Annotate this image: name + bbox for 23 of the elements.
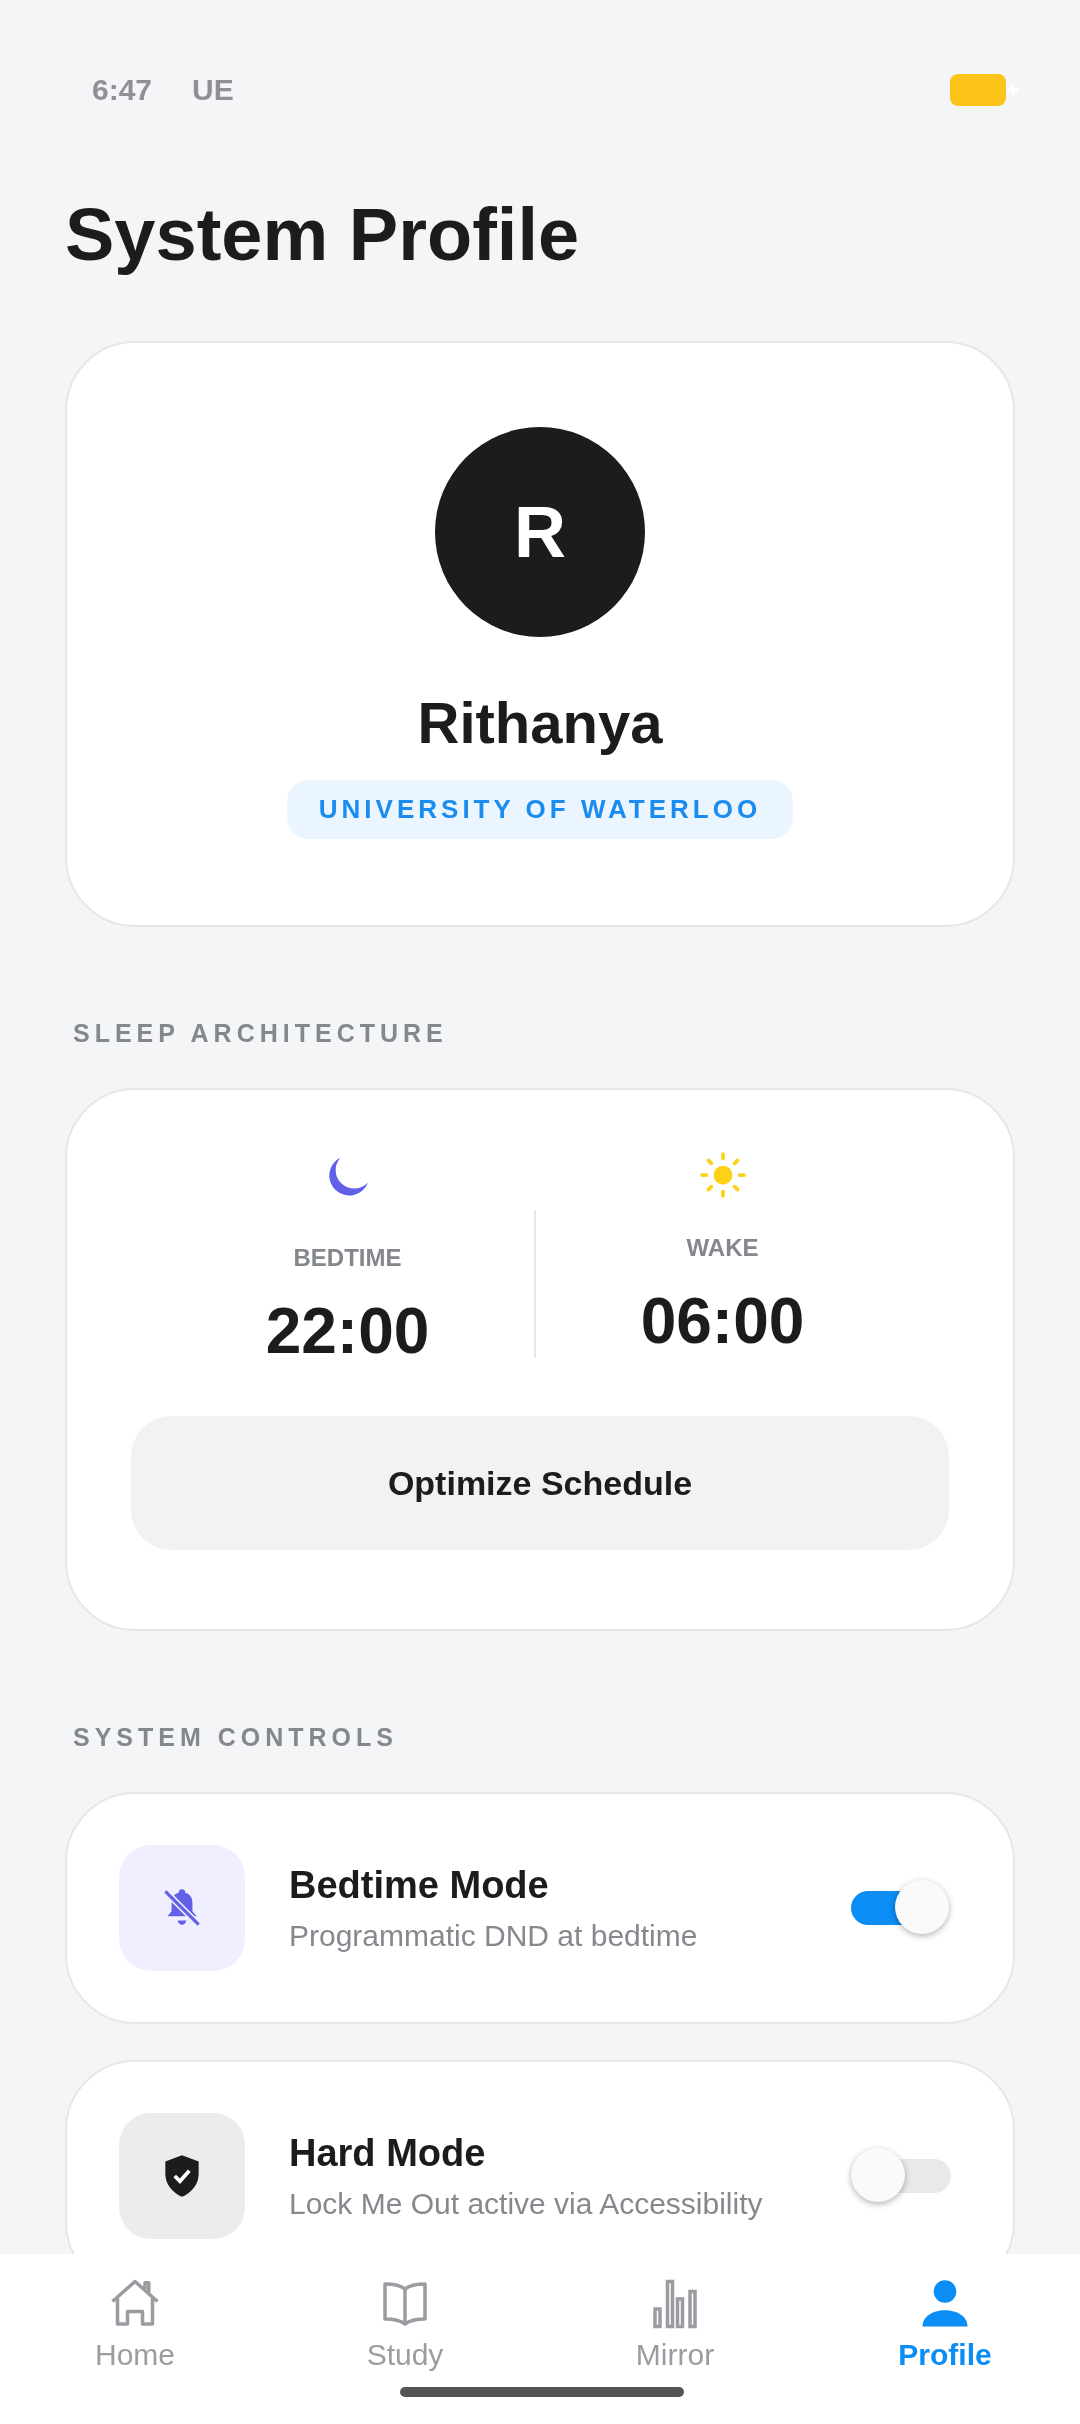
time-label: WAKE <box>686 1234 759 1262</box>
status-time: 6:47 <box>92 73 153 107</box>
nav-tab[interactable]: Home <box>0 2274 270 2424</box>
optimize-button[interactable]: Optimize Schedule <box>131 1416 949 1550</box>
control-title: Bedtime Mode <box>289 1863 550 1907</box>
control-title: Hard Mode <box>289 2131 487 2175</box>
section-heading: SYSTEM CONTROLS <box>73 1723 399 1752</box>
battery-icon <box>950 72 1020 108</box>
school-badge: UNIVERSITY OF WATERLOO <box>286 780 794 839</box>
time-label: BEDTIME <box>293 1244 402 1272</box>
user-name: Rithanya <box>417 689 663 756</box>
section-heading: SLEEP ARCHITECTURE <box>73 1019 449 1048</box>
time-value: 22:00 <box>265 1294 430 1368</box>
nav-tab[interactable]: Study <box>270 2274 540 2424</box>
status-carrier: UE <box>192 73 234 107</box>
control-subtitle: Programmatic DND at bedtime <box>289 1918 699 1953</box>
avatar: R <box>435 427 645 637</box>
control-subtitle: Lock Me Out active via Accessibility <box>289 2186 764 2221</box>
nav-tab[interactable]: Mirror <box>540 2274 810 2424</box>
sun-icon <box>697 1150 748 1200</box>
time-value: 06:00 <box>640 1284 805 1358</box>
nav-tab[interactable]: Profile <box>810 2274 1080 2424</box>
page-title: System Profile <box>65 192 581 277</box>
